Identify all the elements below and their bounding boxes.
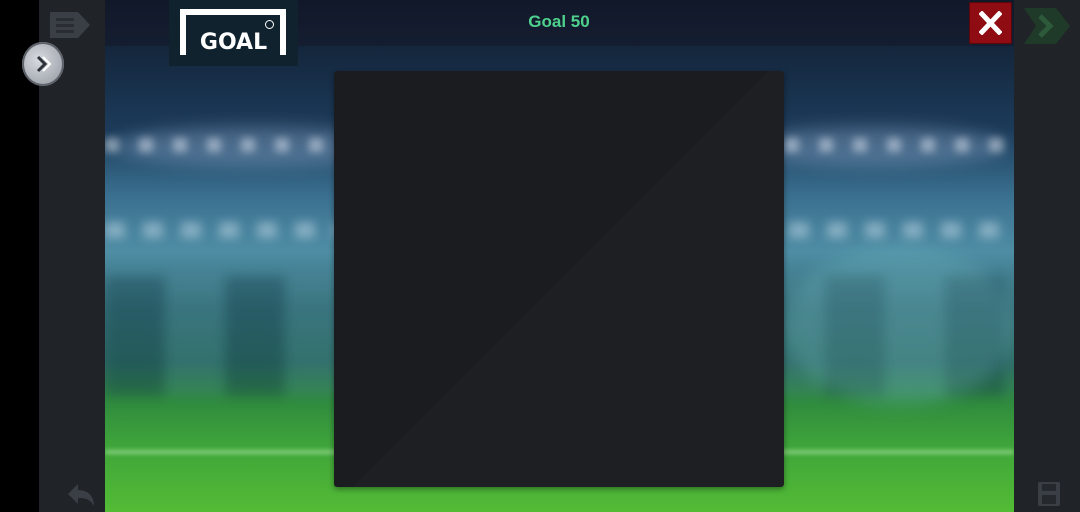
- back-arrow-icon[interactable]: [66, 482, 96, 508]
- save-icon[interactable]: [1036, 480, 1062, 508]
- next-arrow-icon[interactable]: [1022, 6, 1072, 46]
- video-panel[interactable]: [334, 71, 784, 487]
- close-icon: [979, 11, 1002, 35]
- light-beam: [785, 246, 1014, 406]
- menu-icon[interactable]: [48, 10, 92, 40]
- logo-text: GOAL: [199, 30, 268, 55]
- chevron-right-icon: [36, 55, 52, 73]
- page-title: Goal 50: [528, 12, 590, 31]
- game-screen: GOAL Goal 50: [0, 0, 1080, 512]
- goal-logo: GOAL: [169, 0, 298, 66]
- expand-button[interactable]: [22, 42, 64, 86]
- light-glow: [745, 126, 1005, 166]
- logo-mark: [265, 20, 274, 29]
- close-button[interactable]: [969, 2, 1012, 44]
- right-sidebar: [1014, 0, 1080, 512]
